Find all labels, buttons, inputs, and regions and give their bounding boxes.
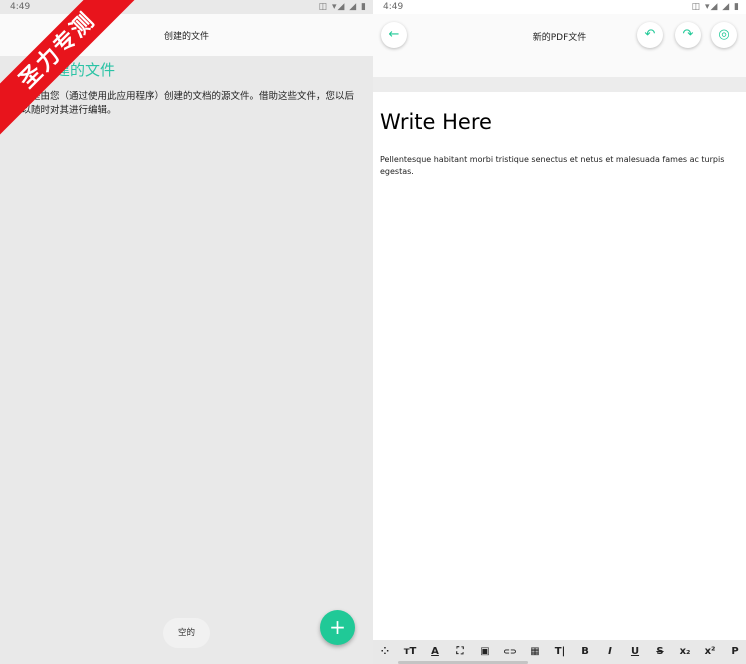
preview-button[interactable]: ◎ <box>711 22 737 48</box>
bold-button[interactable]: B <box>577 645 593 659</box>
font-size-icon: ᴛT <box>403 646 417 657</box>
divider-strip <box>373 77 746 92</box>
select-all-icon: ⁘ <box>380 646 390 657</box>
status-icons-text: ◫ ▾◢ ◢ ▮ <box>691 2 740 12</box>
link-icon: ⊂⊃ <box>503 647 517 656</box>
undo-button[interactable]: ↶ <box>637 22 663 48</box>
status-time: 4:49 <box>383 2 404 12</box>
select-all-button[interactable]: ⁘ <box>377 645 393 659</box>
text-cursor-icon: T| <box>554 646 566 657</box>
paragraph-icon: P <box>731 646 739 657</box>
italic-icon: I <box>608 646 612 657</box>
highlight-button[interactable]: ⛶ <box>452 645 468 659</box>
watermark-text: 圣力专测 <box>0 0 140 135</box>
paragraph-button[interactable]: P <box>727 645 743 659</box>
font-size-button[interactable]: ᴛT <box>402 645 418 659</box>
redo-icon: ↷ <box>682 27 694 42</box>
bold-icon: B <box>581 646 589 657</box>
status-icons: ◫ ▾◢ ◢ ▮ <box>692 2 740 12</box>
document-heading[interactable]: Write Here <box>380 110 492 134</box>
created-files-screen: 4:49 ◫ ▾◢ ◢ ▮ 创建的文件 创建的文件 这些是由您（通过使用此应用程… <box>0 0 373 664</box>
undo-icon: ↶ <box>644 27 656 42</box>
empty-state-chip: 空的 <box>163 618 210 648</box>
table-icon: ▦ <box>530 646 540 657</box>
insert-image-button[interactable]: ▣ <box>477 645 493 659</box>
redo-button[interactable]: ↷ <box>675 22 701 48</box>
subscript-button[interactable]: x₂ <box>677 645 693 659</box>
status-icons: ◫ ▾◢ ◢ ▮ <box>319 2 367 12</box>
add-file-button[interactable]: + <box>320 610 355 645</box>
paint-bucket-icon: ⛶ <box>456 646 464 657</box>
underline-button[interactable]: U <box>627 645 643 659</box>
plus-icon: + <box>329 615 346 639</box>
image-icon: ▣ <box>480 646 490 657</box>
eye-icon: ◎ <box>718 27 730 42</box>
document-body[interactable]: Pellentesque habitant morbi tristique se… <box>380 154 735 178</box>
superscript-button[interactable]: x² <box>702 645 718 659</box>
pdf-editor-screen: 4:49 ◫ ▾◢ ◢ ▮ ← 新的PDF文件 ↶ ↷ ◎ Write Here… <box>373 0 746 664</box>
status-icons-text: ◫ ▾◢ ◢ ▮ <box>318 2 367 12</box>
editor-app-bar: ← 新的PDF文件 ↶ ↷ ◎ <box>373 14 746 77</box>
strikethrough-button[interactable]: S <box>652 645 668 659</box>
underline-icon: U <box>630 646 640 657</box>
text-format-button[interactable]: T| <box>552 645 568 659</box>
subscript-icon: x₂ <box>679 646 691 657</box>
superscript-icon: x² <box>704 646 716 657</box>
status-bar: 4:49 ◫ ▾◢ ◢ ▮ <box>373 0 746 14</box>
insert-link-button[interactable]: ⊂⊃ <box>502 645 518 659</box>
strikethrough-icon: S <box>656 646 664 657</box>
insert-table-button[interactable]: ▦ <box>527 645 543 659</box>
text-color-button[interactable]: A <box>427 645 443 659</box>
italic-button[interactable]: I <box>602 645 618 659</box>
text-color-icon: A <box>431 646 439 657</box>
watermark-ribbon: 圣力专测 <box>0 0 140 140</box>
